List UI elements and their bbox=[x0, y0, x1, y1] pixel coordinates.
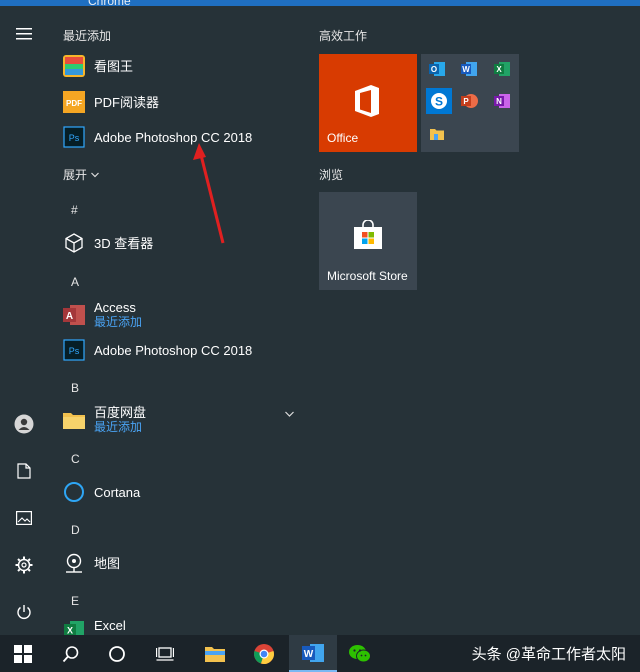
app-name: 地图 bbox=[94, 555, 121, 571]
access-icon: A bbox=[62, 303, 86, 327]
chevron-down-icon[interactable] bbox=[285, 411, 294, 417]
app-access[interactable]: A Access 最近添加 bbox=[62, 298, 298, 332]
onenote-icon[interactable]: N bbox=[493, 93, 511, 109]
photoshop-icon: Ps bbox=[62, 338, 86, 362]
app-cortana[interactable]: Cortana bbox=[62, 475, 298, 509]
app-excel[interactable]: X Excel bbox=[62, 612, 298, 635]
svg-text:N: N bbox=[496, 97, 502, 106]
picture-viewer-icon bbox=[62, 54, 86, 78]
app-name: Adobe Photoshop CC 2018 bbox=[94, 129, 253, 145]
app-baidu-netdisk[interactable]: 百度网盘 最近添加 bbox=[62, 403, 298, 437]
app-name: 3D 查看器 bbox=[94, 235, 154, 251]
documents-icon[interactable] bbox=[0, 451, 48, 491]
recently-added-tag: 最近添加 bbox=[94, 315, 143, 329]
svg-text:X: X bbox=[67, 626, 73, 636]
office-apps-group-tile[interactable]: O W X S P N bbox=[421, 54, 519, 152]
windows-start-icon[interactable] bbox=[0, 635, 46, 672]
office-logo-icon bbox=[352, 84, 382, 118]
powerpoint-icon[interactable]: P bbox=[460, 93, 478, 109]
file-explorer-icon[interactable] bbox=[429, 126, 445, 142]
svg-text:A: A bbox=[66, 311, 73, 322]
app-list: 最近添加 看图王 PDF PDF阅读器 Ps Adobe Photoshop C… bbox=[48, 6, 304, 635]
pdf-reader-icon: PDF bbox=[62, 90, 86, 114]
store-bag-icon bbox=[352, 220, 384, 250]
expand-label: 展开 bbox=[63, 168, 88, 182]
map-pin-icon bbox=[62, 551, 86, 575]
office-tile[interactable]: Office bbox=[319, 54, 417, 152]
svg-text:W: W bbox=[462, 65, 470, 74]
start-rail bbox=[0, 6, 48, 635]
app-photoshop-recent[interactable]: Ps Adobe Photoshop CC 2018 bbox=[62, 120, 298, 154]
photoshop-icon: Ps bbox=[62, 125, 86, 149]
search-icon[interactable] bbox=[48, 635, 94, 672]
expand-toggle[interactable]: 展开 bbox=[63, 166, 99, 183]
excel-icon[interactable]: X bbox=[493, 61, 511, 77]
section-d[interactable]: D bbox=[71, 523, 80, 537]
app-name: 百度网盘 bbox=[94, 405, 147, 420]
svg-text:S: S bbox=[435, 95, 443, 109]
task-view-icon[interactable] bbox=[142, 635, 188, 672]
svg-text:Ps: Ps bbox=[69, 133, 80, 143]
svg-text:X: X bbox=[496, 65, 502, 74]
folder-icon bbox=[62, 408, 86, 432]
wechat-icon[interactable] bbox=[337, 635, 383, 672]
cortana-icon[interactable] bbox=[94, 635, 140, 672]
browse-header: 浏览 bbox=[319, 168, 344, 182]
cube-3d-icon bbox=[62, 231, 86, 255]
microsoft-store-tile[interactable]: Microsoft Store bbox=[319, 192, 417, 290]
svg-text:W: W bbox=[304, 649, 314, 660]
taskbar: W 头条 @革命工作者太阳 bbox=[0, 635, 640, 672]
app-name: Adobe Photoshop CC 2018 bbox=[94, 342, 253, 358]
section-b[interactable]: B bbox=[71, 381, 79, 395]
word-taskbar-button[interactable]: W bbox=[289, 635, 337, 672]
app-name: Cortana bbox=[94, 484, 141, 500]
hamburger-menu-icon[interactable] bbox=[0, 14, 48, 54]
section-c[interactable]: C bbox=[71, 452, 80, 466]
chevron-down-icon bbox=[91, 172, 99, 178]
excel-icon: X bbox=[62, 618, 86, 635]
app-3d-viewer[interactable]: 3D 查看器 bbox=[62, 226, 298, 260]
svg-text:PDF: PDF bbox=[66, 99, 82, 108]
svg-text:P: P bbox=[463, 97, 469, 106]
app-name: PDF阅读器 bbox=[94, 94, 160, 110]
app-name: 看图王 bbox=[94, 58, 134, 74]
office-tile-label: Office bbox=[327, 131, 359, 145]
app-pdf-reader[interactable]: PDF PDF阅读器 bbox=[62, 85, 298, 119]
svg-text:Ps: Ps bbox=[69, 346, 80, 356]
word-icon[interactable]: W bbox=[460, 61, 478, 77]
app-kantuwang[interactable]: 看图王 bbox=[62, 49, 298, 83]
store-tile-label: Microsoft Store bbox=[327, 269, 408, 283]
productivity-header: 高效工作 bbox=[319, 29, 368, 43]
skype-icon[interactable]: S bbox=[426, 88, 452, 114]
recently-added-tag: 最近添加 bbox=[94, 420, 143, 434]
start-menu: 最近添加 看图王 PDF PDF阅读器 Ps Adobe Photoshop C… bbox=[0, 6, 640, 635]
app-maps[interactable]: 地图 bbox=[62, 546, 298, 580]
recent-header: 最近添加 bbox=[63, 29, 112, 43]
outlook-icon[interactable]: O bbox=[428, 61, 446, 77]
section-e[interactable]: E bbox=[71, 594, 79, 608]
section-a[interactable]: A bbox=[71, 275, 79, 289]
svg-text:O: O bbox=[431, 65, 437, 74]
app-name: Excel bbox=[94, 618, 126, 633]
watermark-text: 头条 @革命工作者太阳 bbox=[471, 646, 626, 663]
tile-area: 高效工作 Office O W X S P N 浏览 Microsoft Sto… bbox=[304, 6, 640, 635]
section-hash[interactable]: # bbox=[71, 203, 78, 217]
app-name: Access bbox=[94, 300, 136, 315]
file-explorer-icon[interactable] bbox=[192, 635, 238, 672]
settings-gear-icon[interactable] bbox=[0, 545, 48, 585]
pictures-icon[interactable] bbox=[0, 498, 48, 538]
cortana-ring-icon bbox=[62, 480, 86, 504]
chrome-icon[interactable] bbox=[241, 635, 287, 672]
app-photoshop[interactable]: Ps Adobe Photoshop CC 2018 bbox=[62, 333, 298, 367]
word-icon: W bbox=[301, 643, 325, 663]
power-icon[interactable] bbox=[0, 592, 48, 632]
user-icon[interactable] bbox=[0, 404, 48, 444]
